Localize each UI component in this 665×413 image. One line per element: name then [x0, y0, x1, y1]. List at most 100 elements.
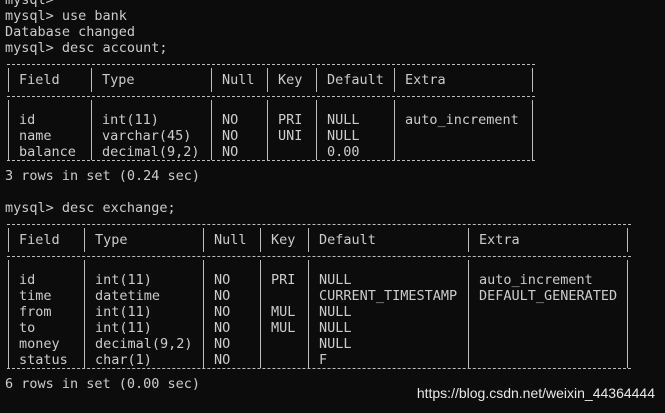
column-divider [627, 228, 628, 252]
table-cell: int(11) [102, 112, 159, 128]
column-header: Extra [479, 232, 520, 248]
column-divider [8, 228, 9, 252]
table-cell: NO [214, 288, 231, 304]
column-header: Field [19, 72, 60, 88]
table-cell: PRI [271, 272, 296, 288]
column-divider [260, 260, 261, 368]
watermark-url: https://blog.csdn.net/weixin_44364444 [416, 385, 655, 401]
rows-summary: 3 rows in set (0.24 sec) [5, 168, 201, 184]
console-line: mysql> use bank [5, 8, 127, 24]
column-divider [203, 260, 204, 368]
table-cell: NULL [327, 112, 360, 128]
console-line: Database changed [5, 24, 136, 40]
table-cell: auto_increment [479, 272, 593, 288]
table-cell: NO [214, 336, 231, 352]
column-divider [316, 68, 317, 92]
table-cell: NO [222, 144, 239, 160]
table-cell: NO [214, 320, 231, 336]
table-cell: MUL [271, 320, 296, 336]
table-cell: NO [214, 304, 231, 320]
column-divider [394, 68, 395, 92]
table-border [7, 256, 631, 258]
table-cell: name [19, 128, 52, 144]
column-divider [267, 68, 268, 92]
table-cell: PRI [278, 112, 303, 128]
table-border [7, 224, 631, 226]
column-header: Type [102, 72, 135, 88]
column-header: Null [222, 72, 255, 88]
table-cell: from [19, 304, 52, 320]
column-header: Field [19, 232, 60, 248]
column-header: Type [95, 232, 128, 248]
table-border [7, 160, 535, 162]
table-cell: auto_increment [405, 112, 519, 128]
table-cell: NO [214, 272, 231, 288]
table-cell: to [19, 320, 36, 336]
table-cell: money [19, 336, 60, 352]
column-header: Key [278, 72, 303, 88]
column-header: Default [319, 232, 376, 248]
table-cell: DEFAULT_GENERATED [479, 288, 618, 304]
exchange-table: Field Type Null Key Default Extra id int(11) NO P… [5, 216, 665, 376]
column-divider [308, 228, 309, 252]
column-divider [627, 260, 628, 368]
table-cell: NULL [319, 304, 352, 320]
console-line: mysql> desc account; [5, 40, 168, 56]
column-divider [316, 100, 317, 160]
column-divider [91, 68, 92, 92]
table-cell: MUL [271, 304, 296, 320]
table-border [7, 96, 535, 98]
table-cell: int(11) [95, 304, 152, 320]
table-cell: NO [214, 352, 231, 368]
account-table: Field Type Null Key Default Extra id int(11) NO P… [5, 56, 665, 168]
console-line: mysql> desc exchange; [5, 200, 176, 216]
table-border [7, 368, 631, 370]
table-cell: int(11) [95, 272, 152, 288]
console-line: mysql> [5, 0, 54, 8]
column-header: Key [271, 232, 296, 248]
column-header: Extra [405, 72, 446, 88]
column-header: Default [327, 72, 384, 88]
column-divider [532, 68, 533, 92]
table-cell: NULL [327, 128, 360, 144]
column-divider [468, 260, 469, 368]
table-cell: CURRENT_TIMESTAMP [319, 288, 458, 304]
table-border [7, 64, 535, 66]
column-divider [84, 228, 85, 252]
column-divider [468, 228, 469, 252]
table-cell: id [19, 272, 36, 288]
column-divider [211, 100, 212, 160]
column-divider [203, 228, 204, 252]
column-divider [532, 100, 533, 160]
column-divider [211, 68, 212, 92]
table-cell: char(1) [95, 352, 152, 368]
table-cell: UNI [278, 128, 303, 144]
table-cell: int(11) [95, 320, 152, 336]
column-divider [394, 100, 395, 160]
table-cell: time [19, 288, 52, 304]
table-cell: 0.00 [327, 144, 360, 160]
table-cell: id [19, 112, 36, 128]
table-cell: datetime [95, 288, 161, 304]
table-cell: NULL [319, 336, 352, 352]
column-divider [8, 68, 9, 92]
table-cell: NO [222, 112, 239, 128]
table-cell: decimal(9,2) [95, 336, 193, 352]
column-divider [84, 260, 85, 368]
table-cell: F [319, 352, 328, 368]
table-cell: varchar(45) [102, 128, 192, 144]
column-header: Null [214, 232, 247, 248]
column-divider [91, 100, 92, 160]
table-cell: balance [19, 144, 76, 160]
table-cell: NULL [319, 320, 352, 336]
column-divider [308, 260, 309, 368]
table-cell: NO [222, 128, 239, 144]
table-cell: status [19, 352, 68, 368]
table-cell: decimal(9,2) [102, 144, 200, 160]
column-divider [8, 100, 9, 160]
column-divider [260, 228, 261, 252]
column-divider [8, 260, 9, 368]
terminal-output: mysql> mysql> use bank Database changed … [5, 0, 665, 392]
table-cell: NULL [319, 272, 352, 288]
column-divider [267, 100, 268, 160]
